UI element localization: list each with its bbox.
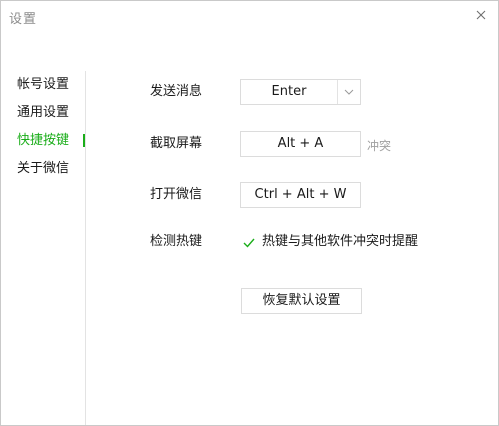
hotkey-conflict-checkbox[interactable] [242,235,256,249]
dropdown-arrow-button[interactable] [338,80,360,104]
send-message-label: 发送消息 [150,84,203,99]
detect-hotkey-label: 检测热键 [150,234,203,249]
chevron-down-icon [344,89,354,95]
reset-defaults-button[interactable]: 恢复默认设置 [241,288,362,314]
screenshot-label: 截取屏幕 [150,136,203,151]
checkmark-icon [243,238,255,248]
open-wechat-hotkey-field[interactable]: Ctrl + Alt + W [240,182,361,208]
send-message-value: Enter [271,84,307,99]
send-message-dropdown[interactable]: Enter [240,79,361,105]
settings-window: 设置 帐号设置 通用设置 快捷按键 关于微信 发送消息 Enter 截取屏幕 A… [0,0,499,426]
open-wechat-label: 打开微信 [150,187,203,202]
conflict-status: 冲突 [367,139,392,153]
screenshot-hotkey-field[interactable]: Alt + A [240,131,361,157]
hotkey-conflict-checkbox-label[interactable]: 热键与其他软件冲突时提醒 [262,229,418,255]
shortcut-settings-panel: 发送消息 Enter 截取屏幕 Alt + A 冲突 打开微信 Ctrl + A… [1,1,498,425]
